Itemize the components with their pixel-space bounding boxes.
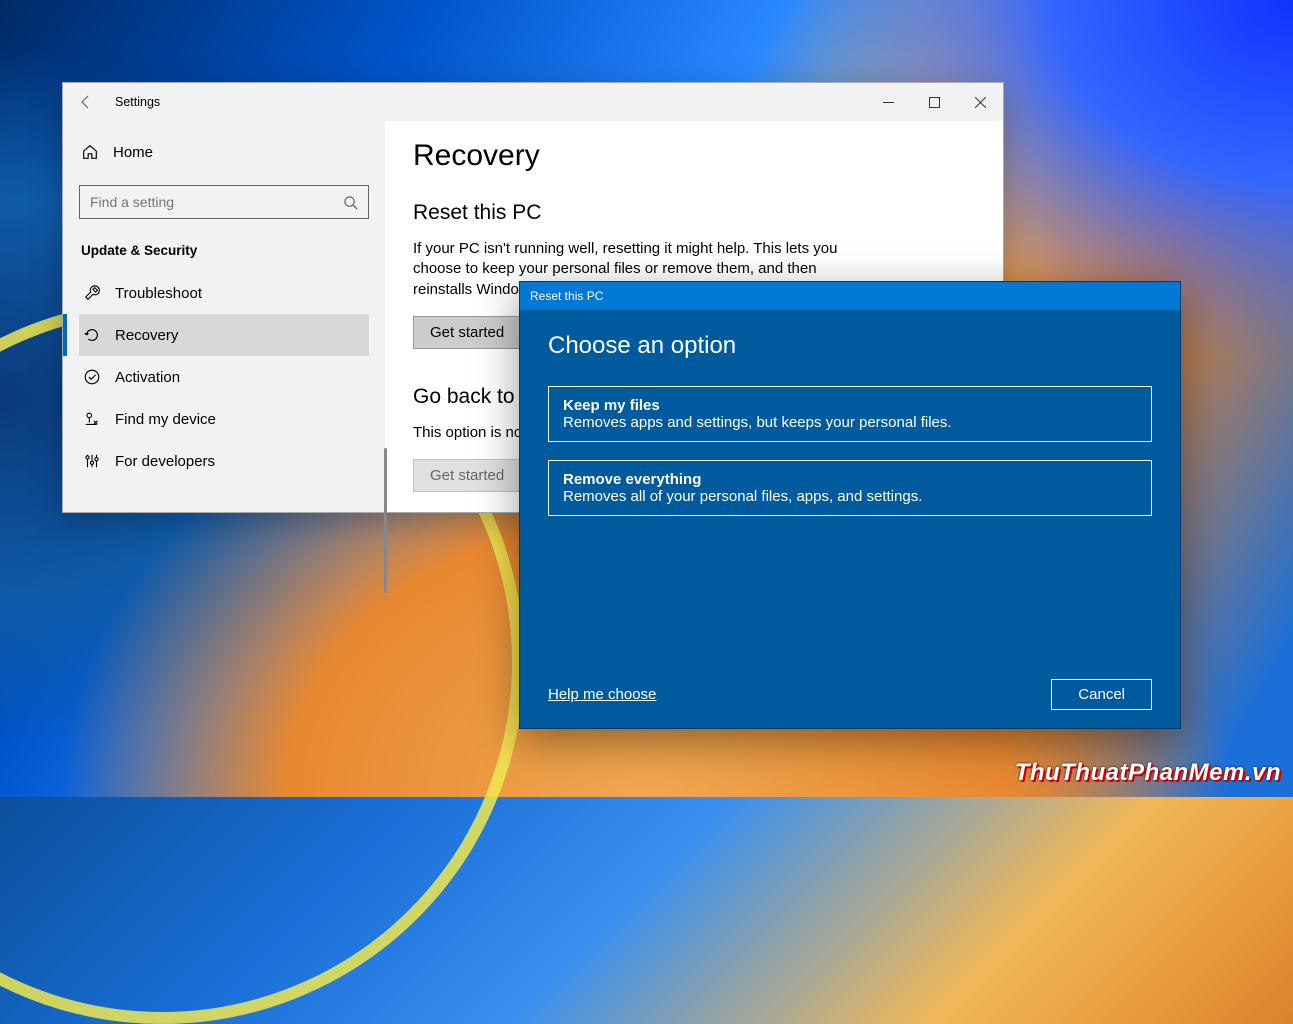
window-title: Settings <box>115 95 160 109</box>
sidebar-home-label: Home <box>113 144 153 161</box>
search-input[interactable] <box>90 194 343 210</box>
maximize-button[interactable] <box>911 83 957 121</box>
sidebar-item-label: Activation <box>115 369 180 386</box>
close-button[interactable] <box>957 83 1003 121</box>
get-started-goback-button: Get started <box>413 459 521 492</box>
page-title: Recovery <box>413 139 975 173</box>
sidebar-item-label: For developers <box>115 453 215 470</box>
watermark: ThuThuatPhanMem.vn <box>1015 759 1281 787</box>
back-button[interactable] <box>63 83 109 121</box>
option-desc: Removes apps and settings, but keeps you… <box>563 414 1137 431</box>
wrench-icon <box>83 284 101 302</box>
sidebar: Home Update & Security Troubleshoot Reco… <box>63 121 385 512</box>
sidebar-item-recovery[interactable]: Recovery <box>79 314 369 356</box>
scrollbar[interactable] <box>384 448 387 593</box>
sidebar-item-label: Find my device <box>115 411 216 428</box>
option-keep-my-files[interactable]: Keep my files Removes apps and settings,… <box>548 386 1152 442</box>
maximize-icon <box>929 97 940 108</box>
minimize-button[interactable] <box>865 83 911 121</box>
location-icon <box>83 410 101 428</box>
reset-pc-dialog: Reset this PC Choose an option Keep my f… <box>519 281 1181 729</box>
sidebar-item-activation[interactable]: Activation <box>79 356 369 398</box>
arrow-left-icon <box>78 94 94 110</box>
sidebar-home[interactable]: Home <box>79 137 369 167</box>
option-desc: Removes all of your personal files, apps… <box>563 488 1137 505</box>
dialog-title: Choose an option <box>548 332 1152 360</box>
search-icon <box>343 195 358 210</box>
get-started-reset-button[interactable]: Get started <box>413 316 521 349</box>
section-title-reset: Reset this PC <box>413 201 975 225</box>
sidebar-item-for-developers[interactable]: For developers <box>79 440 369 482</box>
recovery-icon <box>83 326 101 344</box>
sidebar-item-troubleshoot[interactable]: Troubleshoot <box>79 272 369 314</box>
option-title: Keep my files <box>563 397 1137 414</box>
help-me-choose-link[interactable]: Help me choose <box>548 686 656 703</box>
search-input-wrapper[interactable] <box>79 185 369 219</box>
minimize-icon <box>883 97 894 108</box>
cancel-button[interactable]: Cancel <box>1051 679 1152 710</box>
option-title: Remove everything <box>563 471 1137 488</box>
section-desc-goback: This option is no longer available becau… <box>413 423 533 443</box>
sidebar-item-find-my-device[interactable]: Find my device <box>79 398 369 440</box>
window-titlebar: Settings <box>63 83 1003 121</box>
sidebar-group-label: Update & Security <box>79 241 369 260</box>
sidebar-item-label: Recovery <box>115 327 178 344</box>
dialog-titlebar: Reset this PC <box>520 282 1180 310</box>
sliders-icon <box>83 452 101 470</box>
check-circle-icon <box>83 368 101 386</box>
close-icon <box>975 97 986 108</box>
option-remove-everything[interactable]: Remove everything Removes all of your pe… <box>548 460 1152 516</box>
dialog-titlebar-text: Reset this PC <box>530 289 603 303</box>
home-icon <box>81 143 99 161</box>
sidebar-item-label: Troubleshoot <box>115 285 202 302</box>
